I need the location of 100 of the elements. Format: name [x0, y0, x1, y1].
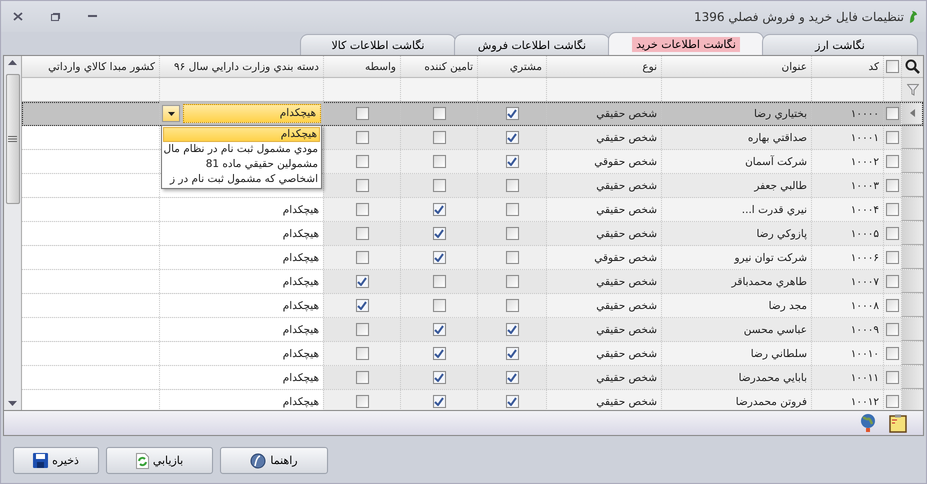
checkbox[interactable] — [356, 251, 368, 264]
table-cell: شخص حقيقي — [596, 132, 657, 144]
checkbox[interactable] — [432, 323, 446, 336]
tab[interactable]: نگاشت اطلاعات کالا — [300, 34, 456, 55]
checkbox[interactable] — [432, 299, 446, 312]
checkbox[interactable] — [356, 323, 368, 336]
checkbox[interactable] — [432, 179, 446, 192]
checkbox[interactable] — [356, 131, 368, 144]
table-cell: فروتن محمدرضا — [736, 396, 807, 408]
table-cell: بابايي محمدرضا — [738, 372, 807, 384]
checkbox[interactable] — [356, 275, 368, 288]
select-all-checkbox[interactable] — [886, 60, 899, 73]
refresh-icon — [136, 452, 149, 468]
checkbox[interactable] — [886, 155, 899, 168]
checkbox[interactable] — [506, 179, 518, 192]
checkbox[interactable] — [356, 107, 368, 120]
help-button[interactable]: راهنما — [220, 447, 328, 474]
note-icon[interactable] — [889, 414, 907, 432]
column-header[interactable]: نوع — [546, 56, 661, 77]
checkbox[interactable] — [432, 371, 446, 384]
checkbox[interactable] — [886, 131, 899, 144]
table-cell: ۱۰۰۱۲ — [850, 396, 879, 408]
checkbox[interactable] — [886, 179, 899, 192]
checkbox[interactable] — [886, 227, 899, 240]
dropdown-option[interactable]: مودي مشمول ثبت نام در نظام مال — [163, 142, 320, 157]
checkbox[interactable] — [432, 155, 446, 168]
checkbox[interactable] — [506, 155, 518, 168]
close-icon[interactable] — [13, 12, 23, 21]
checkbox[interactable] — [432, 203, 446, 216]
checkbox[interactable] — [432, 395, 446, 408]
column-header[interactable]: دسته بندي وزارت دارايي سال ۹۶ — [159, 56, 323, 77]
checkbox[interactable] — [356, 371, 368, 384]
tab[interactable]: نگاشت ارز — [762, 34, 918, 55]
checkbox[interactable] — [886, 323, 899, 336]
checkbox[interactable] — [432, 275, 446, 288]
checkbox[interactable] — [432, 347, 446, 360]
checkbox[interactable] — [886, 107, 899, 120]
table-cell: ۱۰۰۱۰ — [850, 348, 879, 360]
scrollbar-thumb[interactable] — [6, 74, 20, 204]
column-header[interactable]: عنوان — [661, 56, 811, 77]
checkbox[interactable] — [506, 131, 518, 144]
row-header[interactable] — [901, 102, 923, 125]
table-cell-text: هيچکدام — [282, 226, 320, 242]
scroll-down-icon[interactable] — [8, 401, 17, 406]
checkbox[interactable] — [356, 299, 368, 312]
dropdown-option[interactable]: هيچکدام — [163, 127, 320, 142]
checkbox[interactable] — [506, 107, 518, 120]
table-cell: مجد رضا — [768, 300, 807, 312]
checkbox[interactable] — [506, 227, 518, 240]
checkbox[interactable] — [506, 371, 518, 384]
column-header[interactable]: مشتري — [477, 56, 546, 77]
table-cell: شخص حقوقي — [594, 252, 657, 264]
tab[interactable]: نگاشت اطلاعات خريد — [608, 32, 764, 55]
checkbox[interactable] — [886, 395, 899, 408]
scrollbar[interactable] — [4, 56, 22, 410]
column-header[interactable]: کشور مبدا کالاي وارداتي — [22, 56, 159, 77]
checkbox[interactable] — [356, 179, 368, 192]
checkbox[interactable] — [356, 227, 368, 240]
table-cell: شخص حقيقي — [596, 324, 657, 336]
checkbox[interactable] — [506, 347, 518, 360]
tab[interactable]: نگاشت اطلاعات فروش — [454, 34, 610, 55]
checkbox[interactable] — [506, 323, 518, 336]
table-cell: شخص حقيقي — [596, 108, 657, 120]
table-cell-text: هيچکدام — [282, 274, 320, 290]
dropdown-arrow-icon[interactable] — [168, 112, 174, 116]
checkbox[interactable] — [432, 107, 446, 120]
current-row-icon — [910, 109, 915, 117]
checkbox[interactable] — [506, 251, 518, 264]
checkbox[interactable] — [886, 251, 899, 264]
column-header[interactable]: تامين کننده — [400, 56, 477, 77]
checkbox[interactable] — [886, 203, 899, 216]
scroll-up-icon[interactable] — [8, 60, 17, 65]
checkbox[interactable] — [356, 395, 368, 408]
checkbox[interactable] — [886, 371, 899, 384]
dropdown-option[interactable]: مشمولين حقيقي ماده 81 — [163, 157, 320, 172]
column-header[interactable]: کد — [811, 56, 883, 77]
checkbox[interactable] — [506, 395, 518, 408]
checkbox[interactable] — [886, 299, 899, 312]
search-icon[interactable] — [905, 59, 920, 74]
filter-icon[interactable] — [906, 84, 918, 96]
restore-button[interactable]: بازيابي — [106, 447, 213, 474]
checkbox[interactable] — [886, 347, 899, 360]
table-cell: شخص حقوقي — [594, 156, 657, 168]
checkbox[interactable] — [506, 203, 518, 216]
checkbox[interactable] — [886, 275, 899, 288]
minimize-icon[interactable] — [88, 15, 97, 18]
table-cell-text: هيچکدام — [282, 346, 320, 362]
checkbox[interactable] — [356, 155, 368, 168]
checkbox[interactable] — [432, 131, 446, 144]
column-header[interactable]: واسطه — [323, 56, 400, 77]
checkbox[interactable] — [356, 347, 368, 360]
checkbox[interactable] — [506, 299, 518, 312]
checkbox[interactable] — [432, 251, 446, 264]
checkbox[interactable] — [506, 275, 518, 288]
checkbox[interactable] — [356, 203, 368, 216]
table-cell-text: هيچکدام — [282, 298, 320, 314]
globe-icon[interactable] — [860, 413, 876, 433]
checkbox[interactable] — [432, 227, 446, 240]
restore-icon[interactable] — [51, 12, 60, 20]
save-button[interactable]: ذخيره — [13, 447, 99, 474]
